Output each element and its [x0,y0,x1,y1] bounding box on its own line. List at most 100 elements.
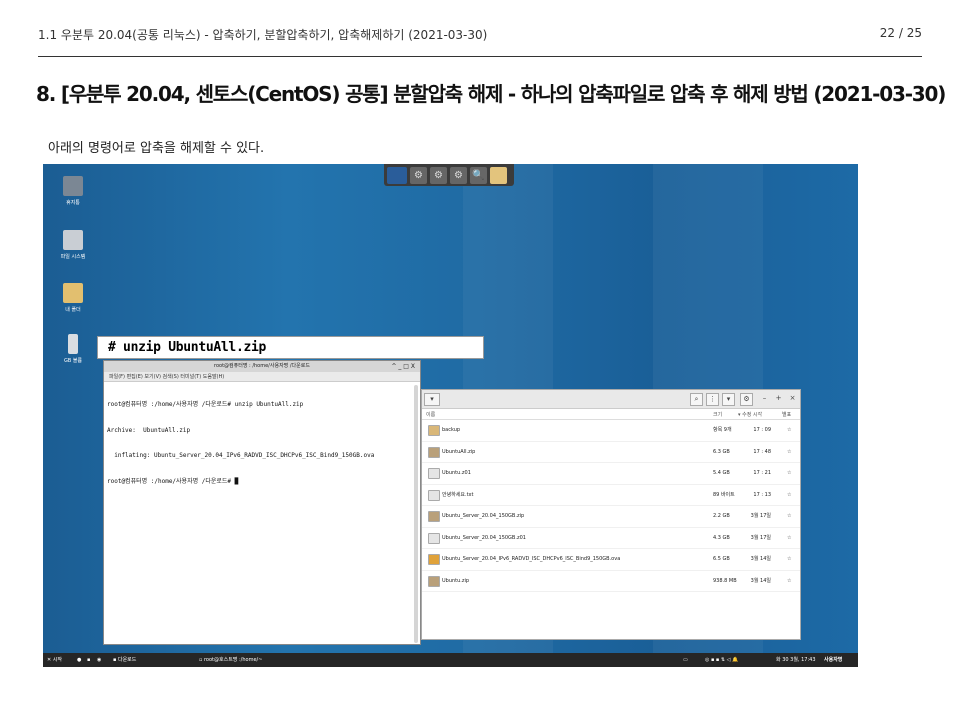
desktop-icon-filesystem[interactable]: 파일 시스템 [45,230,101,260]
star-icon[interactable]: ☆ [787,549,791,570]
file-row[interactable]: UbuntuAll.zip 6.3 GB 17 : 48 ☆ [422,442,800,463]
star-icon[interactable]: ☆ [787,571,791,592]
file-row[interactable]: 안녕하세요.txt 89 바이트 17 : 13 ☆ [422,485,800,506]
file-name: UbuntuAll.zip [442,448,476,455]
taskbar-folder-label: 다운로드 [117,657,137,663]
file-icon [428,575,440,587]
terminal-titlebar: root@컴퓨터명 : /home/사용자명 /다운로드 ^ _ □ X [104,361,420,372]
file-row[interactable]: Ubuntu.z01 5.4 GB 17 : 21 ☆ [422,463,800,485]
desktop-icon-home[interactable]: 내 폴더 [45,283,101,313]
start-label: 시작 [52,657,62,663]
terminal-line: Archive: UbuntuAll.zip [107,426,191,434]
file-name: backup [442,427,461,433]
file-row[interactable]: backup 항목 9개 17 : 09 ☆ [422,420,800,442]
star-icon[interactable]: ☆ [787,528,791,549]
file-list: backup 항목 9개 17 : 09 ☆ UbuntuAll.zip 6.3 GB 17… [422,420,800,592]
file-row[interactable]: Ubuntu_Server_20.04_150GB.z01 4.3 GB 3월 17… [422,528,800,549]
clock[interactable]: 화 30 3월, 17:43 [776,653,816,667]
column-modified[interactable]: ▾ 수정 시각 [738,411,762,418]
star-icon[interactable]: ☆ [787,506,791,527]
file-name: Ubuntu_Server_20.04_IPv6_RADVD_ISC_DHCPv… [442,556,621,562]
terminal-output[interactable]: root@컴퓨터명 :/home/사용자명 /다운로드# unzip Ubunt… [104,382,420,505]
desktop-icon-volume[interactable]: GB 볼륨 [45,334,101,364]
gear-icon[interactable]: ⚙ [430,166,447,184]
file-icon [428,532,440,544]
file-modified: 17 : 48 [753,448,771,455]
star-icon[interactable]: ☆ [787,442,791,463]
file-icon [428,446,440,458]
desktop-icon-label: 파일 시스템 [60,254,86,260]
start-button[interactable]: ✕ 시작 [47,653,62,667]
chevron-down-icon[interactable]: ▾ [722,393,735,406]
search-icon[interactable]: ⌕ [690,393,703,406]
taskbar-folder-item[interactable]: ▪ 다운로드 [113,653,136,667]
column-name[interactable]: 이름 [426,411,435,418]
drive-icon [63,230,83,250]
desktop-icon-trash[interactable]: 휴지통 [45,176,101,206]
page-number: 22 / 25 [879,26,922,40]
file-size: 항목 9개 [713,427,732,433]
file-row[interactable]: Ubuntu_Server_20.04_IPv6_RADVD_ISC_DHCPv… [422,549,800,571]
file-modified: 3월 14일 [750,556,771,562]
file-modified: 17 : 21 [753,470,771,476]
terminal-menubar[interactable]: 파일(F) 편집(E) 보기(V) 검색(S) 터미널(T) 도움말(H) [104,372,420,382]
maximize-icon[interactable]: + [772,393,785,406]
star-icon[interactable]: ☆ [787,420,791,441]
file-icon [428,554,440,565]
column-size[interactable]: 크기 [713,411,722,418]
tray-icons[interactable]: ◎ ▪ ▪ ⇅ ◁ 🔔 [705,653,738,667]
desktop-icon-label: 내 폴더 [65,307,81,313]
file-name: Ubuntu_Server_20.04_150GB.zip [442,513,525,519]
command-callout: # unzip UbuntuAll.zip [97,336,484,359]
search-icon[interactable]: 🔍 [470,166,487,184]
gear-icon[interactable]: ⚙ [450,166,467,184]
description: 아래의 명령어로 압축을 해제할 수 있다. [48,141,265,156]
star-icon[interactable]: ☆ [787,485,791,506]
window-controls[interactable]: ^ _ □ X [391,361,415,372]
column-star[interactable]: 별표 [782,411,791,418]
firefox-icon[interactable]: ● [77,653,81,667]
chrome-icon[interactable]: ◉ [97,653,101,667]
taskbar-terminal-item[interactable]: ▫ root@호스트명 :/home/~ [199,653,262,667]
taskbar: ✕ 시작 ● ▪ ◉ ▪ 다운로드 ▫ root@호스트명 :/home/~ ▭… [43,653,858,667]
file-name: Ubuntu.z01 [442,470,471,476]
gear-icon[interactable]: ⚙ [410,166,427,184]
file-manager-toolbar: ▾ ⌕ ⋮ ▾ ⚙ – + × [422,390,800,409]
file-modified: 17 : 09 [753,427,771,433]
trash-icon [63,176,83,196]
terminal-line: root@컴퓨터명 :/home/사용자명 /다운로드# unzip Ubunt… [107,401,304,408]
file-size: 938.8 MB [713,577,737,584]
breadcrumb: 1.1 우분투 20.04(공통 리눅스) - 압축하기, 분할압축하기, 압축… [38,28,488,42]
file-name: 안녕하세요.txt [442,491,474,498]
terminal-scrollbar[interactable] [414,385,418,643]
keyboard-icon[interactable]: ▭ [683,653,688,667]
view-toggle-icon[interactable]: ⋮ [706,393,719,406]
file-name: Ubuntu.zip [442,577,470,584]
gear-icon[interactable]: ⚙ [740,393,753,406]
terminal-window: root@컴퓨터명 : /home/사용자명 /다운로드 ^ _ □ X 파일(… [103,360,421,645]
folder-icon[interactable] [490,166,507,184]
terminal-icon[interactable]: ▪ [87,653,90,667]
file-size: 89 바이트 [713,491,735,498]
path-dropdown[interactable]: ▾ [424,393,440,406]
minimize-icon[interactable]: – [758,393,771,406]
file-row[interactable]: Ubuntu_Server_20.04_150GB.zip 2.2 GB 3월 17… [422,506,800,528]
file-modified: 3월 14일 [750,577,771,584]
usb-drive-icon [68,334,78,354]
file-modified: 17 : 13 [753,491,771,498]
file-icon [428,511,440,522]
file-row[interactable]: Ubuntu.zip 938.8 MB 3월 14일 ☆ [422,571,800,592]
file-size: 2.2 GB [713,513,730,519]
file-name: Ubuntu_Server_20.04_150GB.z01 [442,534,526,541]
screen-icon[interactable] [387,166,407,184]
star-icon[interactable]: ☆ [787,463,791,484]
file-size: 6.3 GB [713,448,730,455]
user-menu[interactable]: 사용자명 [824,653,842,667]
section-title: 8. [우분투 20.04, 센토스(CentOS) 공통] 분할압축 해제 -… [36,82,946,106]
desktop-icon-label: GB 볼륨 [63,358,83,364]
file-modified: 3월 17일 [750,513,771,519]
close-icon[interactable]: × [786,393,799,406]
file-icon [428,468,440,479]
terminal-line: inflating: Ubuntu_Server_20.04_IPv6_RADV… [107,452,375,459]
desktop-icon-label: 휴지통 [66,200,80,206]
